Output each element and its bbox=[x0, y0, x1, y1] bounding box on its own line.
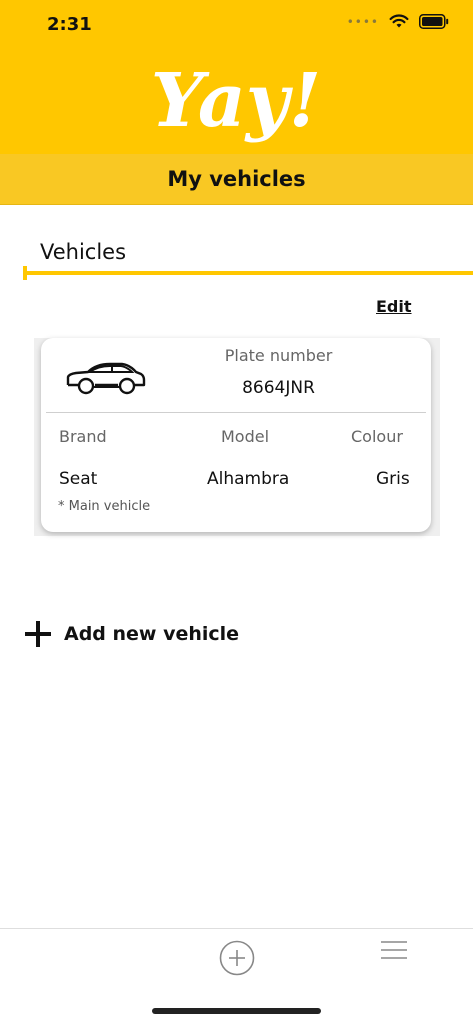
svg-text:Yay!: Yay! bbox=[151, 58, 322, 144]
section-title-vehicles: Vehicles bbox=[40, 240, 127, 264]
colour-value: Gris bbox=[376, 469, 410, 489]
model-label: Model bbox=[221, 427, 270, 446]
status-icons: •••• bbox=[347, 14, 449, 29]
title-bar: My vehicles bbox=[0, 154, 473, 205]
wifi-icon bbox=[389, 14, 409, 28]
brand-value: Seat bbox=[59, 469, 98, 489]
add-vehicle-label: Add new vehicle bbox=[64, 623, 240, 645]
yay-logo: Yay! bbox=[151, 58, 322, 144]
plate-value: 8664JNR bbox=[242, 378, 315, 398]
plus-circle-icon[interactable] bbox=[219, 940, 255, 976]
add-vehicle-button[interactable]: Add new vehicle bbox=[24, 620, 239, 648]
home-indicator bbox=[152, 1008, 321, 1014]
model-value: Alhambra bbox=[207, 469, 290, 489]
plus-icon bbox=[25, 621, 51, 647]
signal-dots-icon: •••• bbox=[346, 14, 379, 29]
edit-link[interactable]: Edit bbox=[376, 297, 412, 316]
plate-label: Plate number bbox=[224, 346, 333, 365]
app-header: 2:31 •••• Yay! bbox=[0, 0, 473, 154]
menu-icon[interactable] bbox=[381, 940, 407, 960]
status-time: 2:31 bbox=[47, 14, 92, 35]
brand-label: Brand bbox=[59, 427, 107, 446]
card-divider bbox=[46, 412, 426, 413]
vehicle-card[interactable]: Plate number 8664JNR Brand Model Colour … bbox=[41, 338, 431, 532]
section-underline bbox=[24, 271, 473, 275]
car-icon bbox=[66, 362, 146, 395]
colour-label: Colour bbox=[351, 427, 403, 446]
page-title: My vehicles bbox=[167, 167, 306, 191]
battery-icon bbox=[419, 14, 449, 29]
main-vehicle-note: * Main vehicle bbox=[58, 499, 151, 514]
